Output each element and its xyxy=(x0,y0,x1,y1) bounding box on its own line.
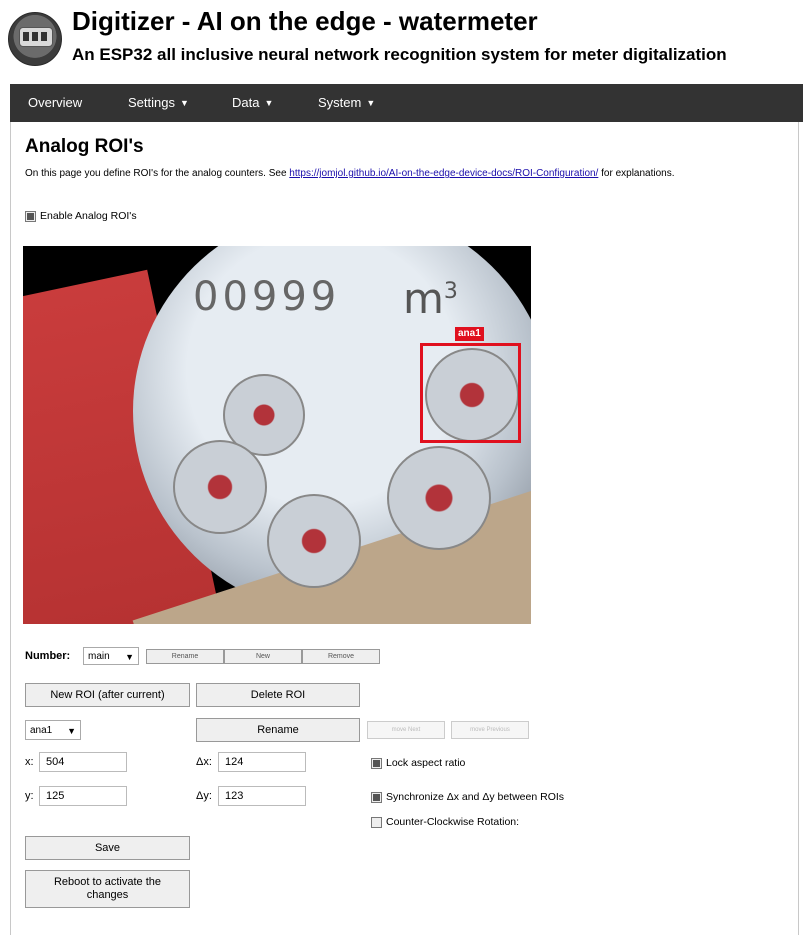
enable-analog-rois-row: Enable Analog ROI's xyxy=(25,210,137,222)
roi-select[interactable]: ana1 ▼ xyxy=(25,720,81,740)
main-content: Analog ROI's On this page you define ROI… xyxy=(10,122,799,935)
dx-label: Δx: xyxy=(196,756,212,768)
docs-link[interactable]: https://jomjol.github.io/AI-on-the-edge-… xyxy=(289,168,598,179)
meter-dial xyxy=(267,494,361,588)
roi-selection-box[interactable] xyxy=(420,343,521,443)
move-next-button[interactable]: move Next xyxy=(367,721,445,739)
chevron-down-icon: ▼ xyxy=(179,98,189,108)
dx-input[interactable]: 124 xyxy=(218,752,306,772)
number-new-button[interactable]: New xyxy=(224,649,302,664)
dy-label: Δy: xyxy=(196,790,212,802)
chevron-down-icon: ▼ xyxy=(366,98,376,108)
meter-digits: 00999 xyxy=(193,274,341,320)
nav-system-label: System xyxy=(318,95,362,110)
enable-analog-rois-checkbox[interactable] xyxy=(25,210,36,222)
nav-data[interactable]: Data ▼ xyxy=(232,84,273,122)
app-title: Digitizer - AI on the edge - watermeter xyxy=(72,6,538,36)
ccw-checkbox[interactable] xyxy=(371,816,382,828)
page-description: On this page you define ROI's for the an… xyxy=(25,168,785,180)
number-select-value: main xyxy=(88,651,110,662)
delete-roi-button[interactable]: Delete ROI xyxy=(196,683,360,707)
x-label: x: xyxy=(25,756,34,768)
description-suffix: for explanations. xyxy=(601,168,675,179)
sync-row: Synchronize Δx and Δy between ROIs xyxy=(371,791,564,803)
nav-system[interactable]: System ▼ xyxy=(318,84,375,122)
number-remove-button[interactable]: Remove xyxy=(302,649,380,664)
page-header: Digitizer - AI on the edge - watermeter … xyxy=(0,0,803,82)
number-label: Number: xyxy=(25,650,71,662)
move-previous-button[interactable]: move Previous xyxy=(451,721,529,739)
camera-image[interactable]: 00999 m3 ana1 xyxy=(23,246,531,624)
app-subtitle: An ESP32 all inclusive neural network re… xyxy=(72,45,727,64)
number-select[interactable]: main ▼ xyxy=(83,647,139,665)
ccw-row: Counter-Clockwise Rotation: xyxy=(371,816,519,828)
number-rename-button[interactable]: Rename xyxy=(146,649,224,664)
meter-unit-text: m xyxy=(403,274,444,323)
roi-box-label: ana1 xyxy=(455,327,484,341)
roi-select-value: ana1 xyxy=(30,725,53,736)
lock-aspect-checkbox[interactable] xyxy=(371,757,382,769)
x-input[interactable]: 504 xyxy=(39,752,127,772)
chevron-down-icon: ▼ xyxy=(264,98,274,108)
ccw-label: Counter-Clockwise Rotation: xyxy=(386,816,520,828)
logo-meter-face xyxy=(19,27,53,47)
sync-label: Synchronize Δx and Δy between ROIs xyxy=(386,791,565,803)
roi-rename-button[interactable]: Rename xyxy=(196,718,360,742)
app-logo xyxy=(8,12,62,66)
sync-checkbox[interactable] xyxy=(371,791,382,803)
nav-data-label: Data xyxy=(232,95,260,110)
dy-input[interactable]: 123 xyxy=(218,786,306,806)
reboot-button[interactable]: Reboot to activate the changes xyxy=(25,870,190,908)
lock-aspect-label: Lock aspect ratio xyxy=(386,757,466,769)
page-title: Analog ROI's xyxy=(25,136,144,157)
description-text: On this page you define ROI's for the an… xyxy=(25,168,287,179)
save-button[interactable]: Save xyxy=(25,836,190,860)
y-label: y: xyxy=(25,790,34,802)
meter-dial xyxy=(387,446,491,550)
meter-unit-sup: 3 xyxy=(443,279,458,304)
meter-dial xyxy=(173,440,267,534)
enable-analog-rois-label: Enable Analog ROI's xyxy=(40,210,137,222)
main-navbar: Overview Settings ▼ Data ▼ System ▼ xyxy=(10,84,803,122)
nav-settings[interactable]: Settings ▼ xyxy=(128,84,189,122)
y-input[interactable]: 125 xyxy=(39,786,127,806)
nav-settings-label: Settings xyxy=(128,95,175,110)
new-roi-button[interactable]: New ROI (after current) xyxy=(25,683,190,707)
lock-aspect-row: Lock aspect ratio xyxy=(371,757,465,769)
chevron-down-icon: ▼ xyxy=(125,652,134,662)
nav-overview[interactable]: Overview xyxy=(28,84,82,122)
nav-overview-label: Overview xyxy=(28,95,83,110)
chevron-down-icon: ▼ xyxy=(67,726,76,736)
meter-unit: m3 xyxy=(403,274,458,323)
